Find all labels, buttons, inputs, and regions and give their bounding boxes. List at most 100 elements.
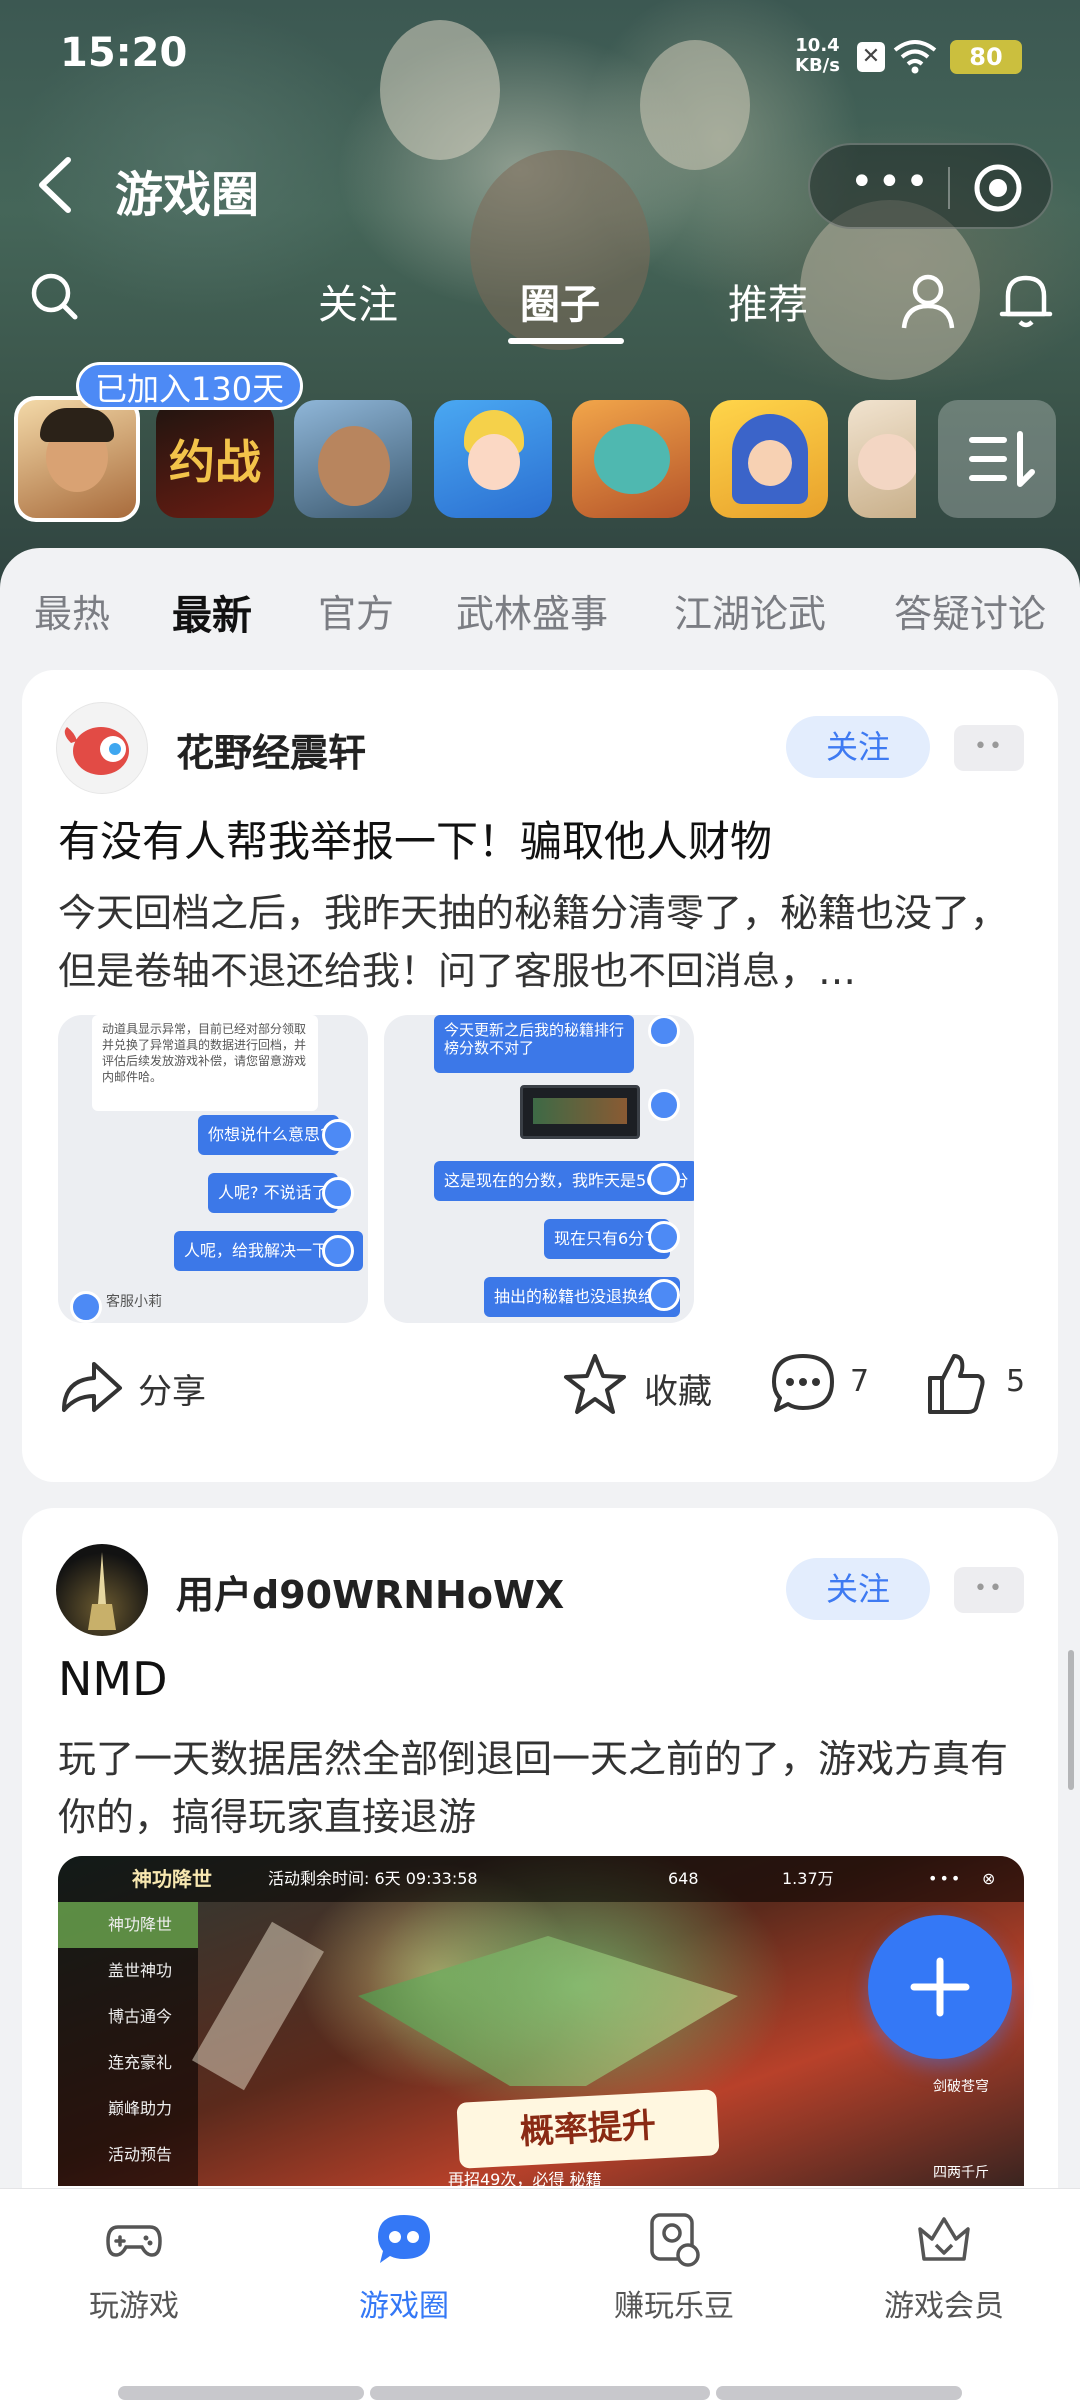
mini-program-capsule: ••• xyxy=(808,143,1053,229)
post-title: 有没有人帮我举报一下！骗取他人财物 xyxy=(58,817,773,866)
sort-button[interactable] xyxy=(938,400,1056,518)
scroll-indicator xyxy=(1068,1650,1074,1790)
post-menu-button[interactable]: •• xyxy=(954,725,1024,771)
chat-avatar xyxy=(648,1089,680,1121)
nav-label: 赚玩乐豆 xyxy=(614,2289,734,2324)
nav-earn-beans[interactable]: 赚玩乐豆 xyxy=(564,2209,784,2325)
screenshot-menu-item: 神功降世 xyxy=(58,1902,198,1948)
character-face xyxy=(594,424,670,494)
crown-icon xyxy=(918,2217,970,2261)
share-icon[interactable] xyxy=(58,1356,124,1416)
favorite-label[interactable]: 收藏 xyxy=(644,1364,712,1413)
battery-indicator: 80 xyxy=(950,40,1022,74)
chat-system-message: 动道具显示异常，目前已经对部分领取并兑换了异常道具的数据进行回档，并评估后续发放… xyxy=(92,1015,318,1111)
like-thumb-icon[interactable] xyxy=(924,1350,988,1416)
screenshot-resource-2: 1.37万 xyxy=(782,1869,834,1888)
chat-message: 人呢? 不说话了 xyxy=(208,1173,338,1213)
close-miniapp-icon[interactable] xyxy=(972,162,1024,214)
game-icon-4[interactable] xyxy=(434,400,552,518)
avatar[interactable] xyxy=(56,702,148,794)
comment-icon[interactable] xyxy=(770,1352,836,1416)
share-label[interactable]: 分享 xyxy=(138,1364,206,1413)
chat-screenshot-image xyxy=(520,1085,640,1139)
gesture-bar xyxy=(370,2386,710,2400)
nav-game-circle[interactable]: 游戏圈 xyxy=(294,2209,514,2325)
chat-avatar xyxy=(322,1235,354,1267)
gesture-bar xyxy=(716,2386,962,2400)
post-username[interactable]: 用户d90WRNHoWX xyxy=(176,1564,564,1619)
chat-avatar xyxy=(648,1221,680,1253)
back-arrow-icon[interactable] xyxy=(30,150,80,220)
nav-label: 游戏圈 xyxy=(359,2289,449,2324)
nav-play-games[interactable]: 玩游戏 xyxy=(24,2209,244,2325)
create-post-button[interactable] xyxy=(868,1915,1012,2059)
post-image-thumbnail[interactable]: 动道具显示异常，目前已经对部分领取并兑换了异常道具的数据进行回档，并评估后续发放… xyxy=(58,1015,368,1323)
nav-label: 玩游戏 xyxy=(89,2289,179,2324)
gesture-bar xyxy=(118,2386,364,2400)
screenshot-footer: 再招49次，必得 秘籍 xyxy=(448,2170,602,2186)
game-icon-2[interactable]: 约战 xyxy=(156,400,274,518)
post-card[interactable]: 用户d90WRNHoWX 关注 •• NMD 玩了一天数据居然全部倒退回一天之前… xyxy=(22,1508,1058,2188)
mascot-avatar-icon xyxy=(64,727,129,775)
follow-button[interactable]: 关注 xyxy=(786,716,930,778)
nav-game-member[interactable]: 游戏会员 xyxy=(834,2209,1054,2325)
game-icon-5[interactable] xyxy=(572,400,690,518)
screenshot-event-title: 神功降世 xyxy=(132,1867,212,1891)
chat-bubble-icon xyxy=(378,2215,430,2263)
tab-following[interactable]: 关注 xyxy=(318,272,398,330)
no-sim-icon: ✕ xyxy=(857,42,885,72)
post-title: NMD xyxy=(58,1652,168,1706)
screenshot-art xyxy=(358,1936,738,2086)
character-hair xyxy=(40,408,114,442)
screenshot-skill-label: 剑破苍穹 xyxy=(933,2079,989,2095)
chat-message: 你想说什么意思? xyxy=(198,1115,339,1155)
chat-avatar xyxy=(70,1291,102,1323)
search-icon[interactable] xyxy=(28,270,80,322)
game-icon-6[interactable] xyxy=(710,400,828,518)
category-latest[interactable]: 最新 xyxy=(172,583,252,641)
post-body: 玩了一天数据居然全部倒退回一天之前的了，游戏方真有你的，搞得玩家直接退游 xyxy=(58,1737,1009,1839)
comment-count: 7 xyxy=(850,1364,870,1399)
screenshot-close-icon: ⊗ xyxy=(982,1869,996,1888)
post-images: 动道具显示异常，目前已经对部分领取并兑换了异常道具的数据进行回档，并评估后续发放… xyxy=(58,1014,718,1324)
like-count: 5 xyxy=(1006,1364,1026,1399)
avatar[interactable] xyxy=(56,1544,148,1636)
active-tab-indicator xyxy=(508,338,624,344)
user-profile-icon[interactable] xyxy=(900,272,956,330)
tab-circle[interactable]: 圈子 xyxy=(520,272,600,330)
chat-sender-name: 客服小莉 xyxy=(106,1294,162,1310)
game-icon-3[interactable] xyxy=(294,400,412,518)
page-title: 游戏圈 xyxy=(115,167,260,223)
category-qa-discussion[interactable]: 答疑讨论 xyxy=(894,583,1046,638)
post-card[interactable]: 花野经震轩 关注 •• 有没有人帮我举报一下！骗取他人财物 今天回档之后，我昨天… xyxy=(22,670,1058,1482)
category-jianghu-talk[interactable]: 江湖论武 xyxy=(674,583,826,638)
category-hot[interactable]: 最热 xyxy=(34,583,110,638)
screenshot-menu-item: 博古通今 xyxy=(108,2007,173,2026)
character-face xyxy=(748,440,792,486)
star-icon[interactable] xyxy=(562,1352,628,1416)
screenshot-side-menu: 神功降世 盖世神功 博古通今 连充豪礼 巅峰助力 活动预告 xyxy=(58,1902,198,2186)
bottom-navigation: 玩游戏 游戏圈 赚玩乐豆 游戏会员 xyxy=(0,2188,1080,2400)
network-speed: 10.4 KB/s xyxy=(795,35,840,76)
sort-list-icon xyxy=(969,431,1035,487)
follow-button[interactable]: 关注 xyxy=(786,1558,930,1620)
capsule-divider xyxy=(948,167,950,209)
post-image-thumbnail[interactable]: 今天更新之后我的秘籍排行榜分数不对了 这是现在的分数，我昨天是50多分 现在只有… xyxy=(384,1015,694,1323)
more-options-icon[interactable]: ••• xyxy=(850,162,933,202)
post-username[interactable]: 花野经震轩 xyxy=(176,722,366,777)
game-icon-1[interactable] xyxy=(14,396,140,522)
nav-label: 游戏会员 xyxy=(884,2289,1004,2324)
post-menu-button[interactable]: •• xyxy=(954,1567,1024,1613)
plus-icon xyxy=(910,1957,970,2017)
tab-recommend[interactable]: 推荐 xyxy=(728,272,808,330)
category-martial-events[interactable]: 武林盛事 xyxy=(456,583,608,638)
notification-bell-icon[interactable] xyxy=(998,270,1054,330)
gamepad-icon xyxy=(106,2225,162,2257)
chat-message: 今天更新之后我的秘籍排行榜分数不对了 xyxy=(434,1015,634,1073)
chat-avatar xyxy=(322,1119,354,1151)
character-face xyxy=(318,426,390,506)
category-official[interactable]: 官方 xyxy=(318,583,394,638)
screenshot-art xyxy=(192,1921,324,2091)
game-icon-7[interactable] xyxy=(848,400,916,518)
chat-avatar xyxy=(648,1279,680,1311)
